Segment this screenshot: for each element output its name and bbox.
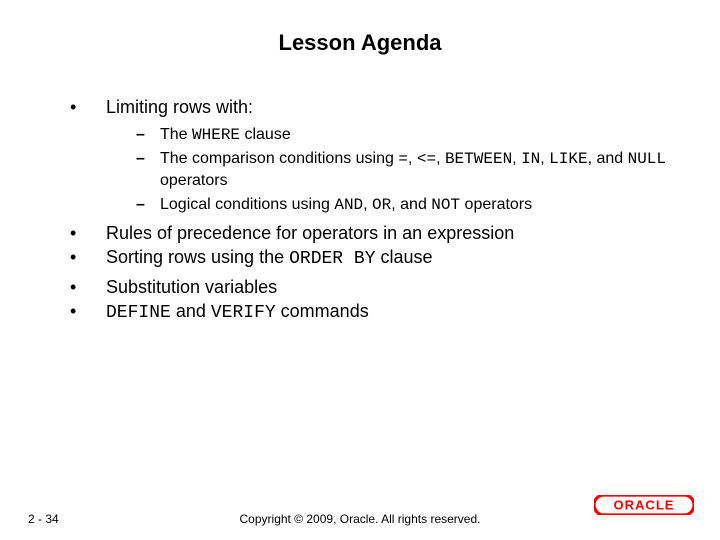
sub-bullet-item: – Logical conditions using AND, OR, and … <box>136 194 670 216</box>
bullet-marker: • <box>70 300 106 322</box>
code-fragment: ORDER BY <box>289 249 375 269</box>
slide-title: Lesson Agenda <box>40 30 680 56</box>
bullet-item: • Limiting rows with: <box>70 96 670 118</box>
text-fragment: , <box>363 196 372 213</box>
slide-body: • Limiting rows with: – The WHERE clause… <box>40 96 680 324</box>
text-fragment: , <box>436 150 445 167</box>
bullet-item: • Substitution variables <box>70 276 670 298</box>
code-fragment: <= <box>417 150 436 168</box>
bullet-marker: • <box>70 222 106 244</box>
bullet-text: Limiting rows with: <box>106 96 253 118</box>
bullet-marker: • <box>70 96 106 118</box>
sub-bullet-marker: – <box>136 194 160 216</box>
oracle-logo-icon: ORACLE <box>594 495 694 515</box>
code-fragment: OR <box>372 196 391 214</box>
sub-bullet-text: Logical conditions using AND, OR, and NO… <box>160 194 532 216</box>
code-fragment: WHERE <box>192 126 240 144</box>
text-fragment: , and <box>588 150 628 167</box>
bullet-text: Rules of precedence for operators in an … <box>106 222 514 244</box>
oracle-logo: ORACLE <box>594 495 694 520</box>
text-fragment: , <box>540 150 549 167</box>
text-fragment: commands <box>276 301 369 321</box>
bullet-marker: • <box>70 276 106 298</box>
code-fragment: AND <box>334 196 363 214</box>
bullet-item: • Rules of precedence for operators in a… <box>70 222 670 244</box>
sub-bullet-marker: – <box>136 148 160 170</box>
sub-bullet-item: – The WHERE clause <box>136 124 670 146</box>
text-fragment: clause <box>376 247 433 267</box>
text-fragment: The comparison conditions using <box>160 150 398 167</box>
text-fragment: , <box>408 150 417 167</box>
code-fragment: NOT <box>431 196 460 214</box>
bullet-text: Substitution variables <box>106 276 277 298</box>
code-fragment: VERIFY <box>211 303 276 323</box>
bullet-item: • DEFINE and VERIFY commands <box>70 300 670 324</box>
text-fragment: and <box>171 301 211 321</box>
bullet-text: Sorting rows using the ORDER BY clause <box>106 246 433 270</box>
bullet-marker: • <box>70 246 106 268</box>
bullet-item: • Sorting rows using the ORDER BY clause <box>70 246 670 270</box>
text-fragment: clause <box>240 126 291 143</box>
sub-bullet-list: – The WHERE clause – The comparison cond… <box>70 124 670 216</box>
bullet-text: DEFINE and VERIFY commands <box>106 300 369 324</box>
text-fragment: operators <box>160 172 228 189</box>
text-fragment: The <box>160 126 192 143</box>
code-fragment: IN <box>521 150 540 168</box>
logo-text: ORACLE <box>614 498 675 513</box>
slide-container: Lesson Agenda • Limiting rows with: – Th… <box>0 0 720 540</box>
sub-bullet-marker: – <box>136 124 160 146</box>
text-fragment: Logical conditions using <box>160 196 334 213</box>
text-fragment: , and <box>391 196 431 213</box>
code-fragment: BETWEEN <box>445 150 512 168</box>
code-fragment: NULL <box>628 150 666 168</box>
sub-bullet-text: The WHERE clause <box>160 124 291 146</box>
code-fragment: DEFINE <box>106 303 171 323</box>
code-fragment: LIKE <box>549 150 587 168</box>
code-fragment: = <box>398 150 408 168</box>
text-fragment: Sorting rows using the <box>106 247 289 267</box>
sub-bullet-text: The comparison conditions using =, <=, B… <box>160 148 670 192</box>
text-fragment: operators <box>460 196 532 213</box>
text-fragment: , <box>512 150 521 167</box>
sub-bullet-item: – The comparison conditions using =, <=,… <box>136 148 670 192</box>
